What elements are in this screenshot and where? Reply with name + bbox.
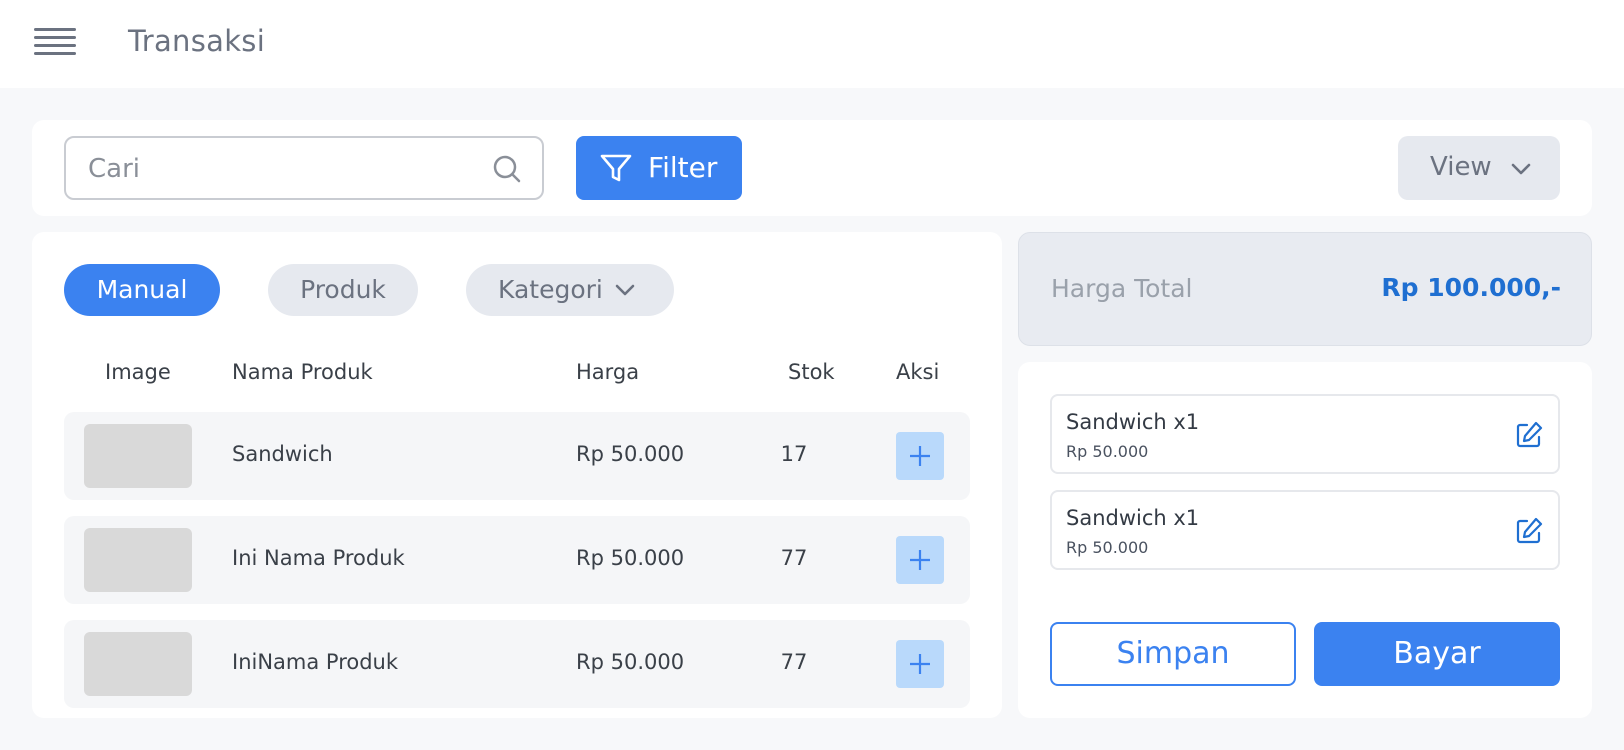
column-header-image: Image <box>105 360 171 384</box>
cart-item-name: Sandwich x1 <box>1066 410 1200 434</box>
pay-button[interactable]: Bayar <box>1314 622 1560 686</box>
product-image <box>84 632 192 696</box>
product-panel: Manual Produk Kategori Image Nama Produk… <box>32 232 1002 718</box>
filter-funnel-icon <box>600 154 632 182</box>
product-stock: 17 <box>780 442 808 466</box>
cart-item-price: Rp 50.000 <box>1066 442 1149 461</box>
toolbar: Filter View <box>32 120 1592 216</box>
search-icon[interactable] <box>492 154 522 184</box>
top-bar: Transaksi <box>0 0 1624 88</box>
edit-icon[interactable] <box>1514 420 1544 450</box>
column-header-price: Harga <box>576 360 640 384</box>
product-stock: 77 <box>780 546 808 570</box>
add-to-cart-button[interactable] <box>896 640 944 688</box>
tab-kategori-label: Kategori <box>498 275 603 304</box>
product-name: Ini Nama Produk <box>232 546 405 570</box>
view-button-label: View <box>1430 152 1492 182</box>
total-value: Rp 100.000,- <box>1381 273 1561 302</box>
tab-manual[interactable]: Manual <box>64 264 220 316</box>
column-header-action: Aksi <box>896 360 940 384</box>
product-image <box>84 424 192 488</box>
plus-icon <box>910 654 930 674</box>
cart-panel: Sandwich x1 Rp 50.000 Sandwich x1 Rp 50.… <box>1018 362 1592 718</box>
table-row: IniNama Produk Rp 50.000 77 <box>64 620 970 708</box>
filter-button[interactable]: Filter <box>576 136 742 200</box>
product-price: Rp 50.000 <box>576 650 685 674</box>
column-header-stock: Stok <box>788 360 835 384</box>
tab-produk[interactable]: Produk <box>268 264 418 316</box>
cart-item: Sandwich x1 Rp 50.000 <box>1050 490 1560 570</box>
chevron-down-icon <box>615 284 635 296</box>
search-input[interactable] <box>88 150 468 188</box>
total-label: Harga Total <box>1051 274 1193 303</box>
hamburger-menu-icon[interactable] <box>34 28 76 60</box>
cart-item-price: Rp 50.000 <box>1066 538 1149 557</box>
table-row: Ini Nama Produk Rp 50.000 77 <box>64 516 970 604</box>
product-name: IniNama Produk <box>232 650 399 674</box>
product-stock: 77 <box>780 650 808 674</box>
plus-icon <box>910 446 930 466</box>
filter-button-label: Filter <box>648 151 718 184</box>
table-row: Sandwich Rp 50.000 17 <box>64 412 970 500</box>
total-summary: Harga Total Rp 100.000,- <box>1018 232 1592 346</box>
page-title: Transaksi <box>128 24 266 58</box>
search-box[interactable] <box>64 136 544 200</box>
product-name: Sandwich <box>232 442 333 466</box>
product-price: Rp 50.000 <box>576 442 685 466</box>
column-header-name: Nama Produk <box>232 360 373 384</box>
cart-item-name: Sandwich x1 <box>1066 506 1200 530</box>
cart-item: Sandwich x1 Rp 50.000 <box>1050 394 1560 474</box>
plus-icon <box>910 550 930 570</box>
add-to-cart-button[interactable] <box>896 536 944 584</box>
add-to-cart-button[interactable] <box>896 432 944 480</box>
save-button[interactable]: Simpan <box>1050 622 1296 686</box>
tab-kategori-dropdown[interactable]: Kategori <box>466 264 674 316</box>
chevron-down-icon <box>1511 163 1531 175</box>
edit-icon[interactable] <box>1514 516 1544 546</box>
product-price: Rp 50.000 <box>576 546 685 570</box>
view-dropdown-button[interactable]: View <box>1398 136 1560 200</box>
product-image <box>84 528 192 592</box>
